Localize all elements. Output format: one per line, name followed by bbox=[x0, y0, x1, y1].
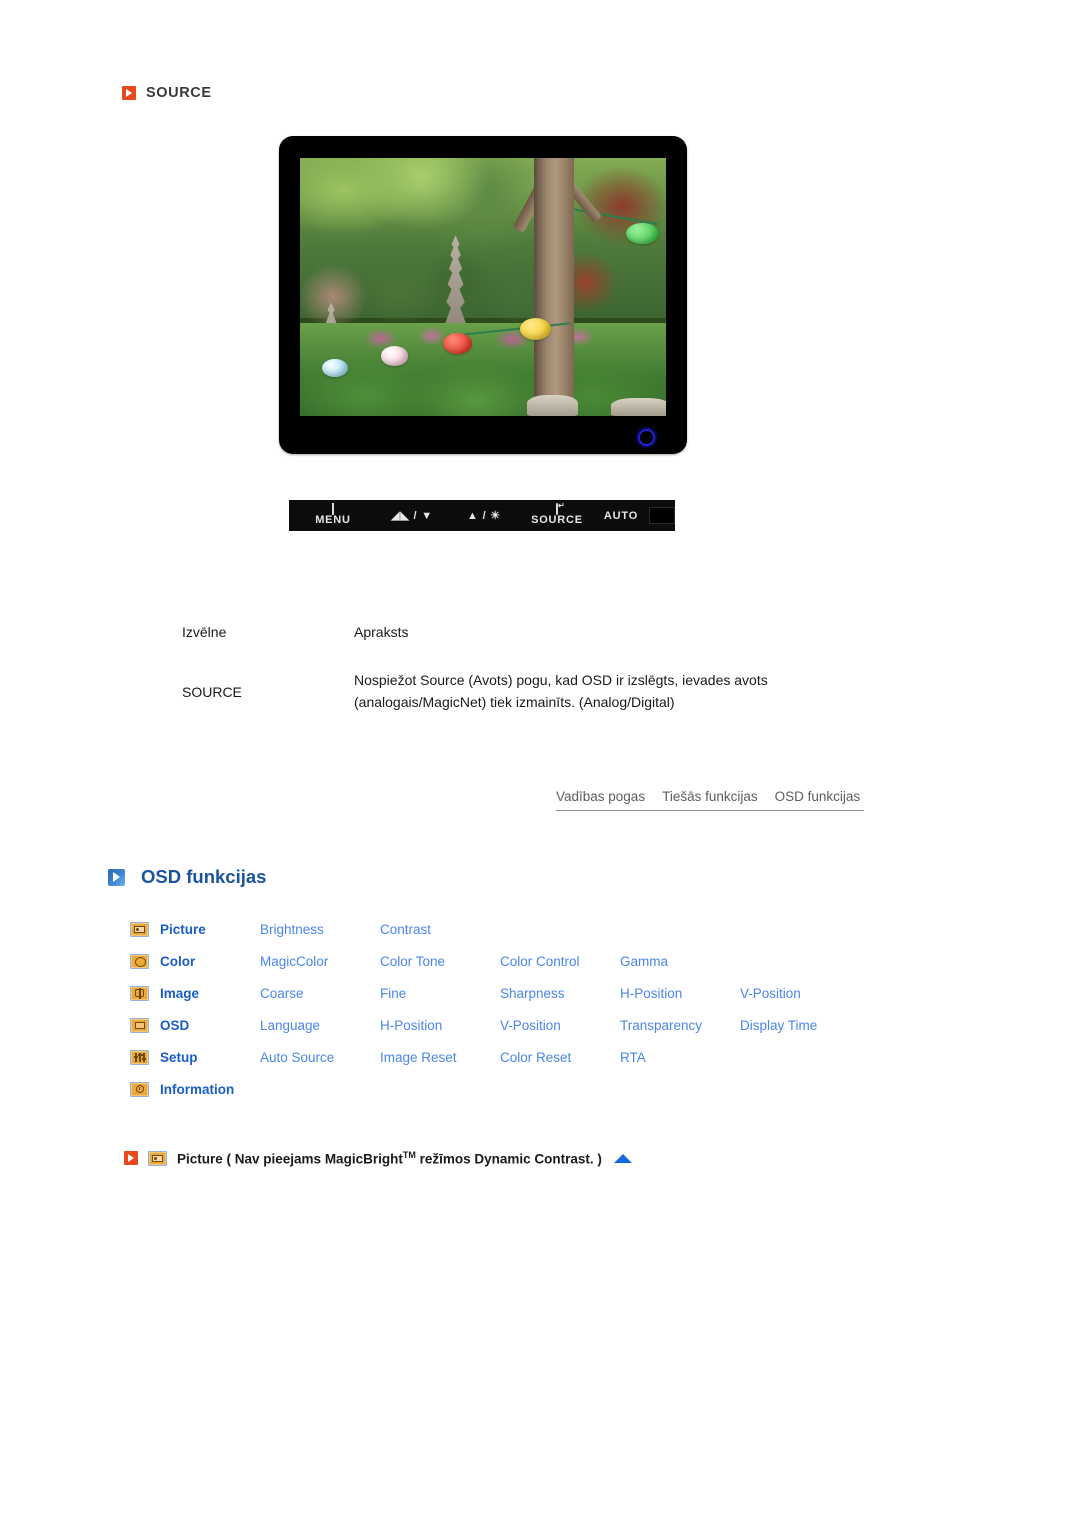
auto-button[interactable]: AUTO bbox=[593, 500, 649, 531]
osd-item-contrast[interactable]: Contrast bbox=[380, 922, 500, 937]
osd-item-sharpness[interactable]: Sharpness bbox=[500, 986, 620, 1001]
osd-row-image: Image Coarse Fine Sharpness H-Position V… bbox=[130, 977, 920, 1009]
source-section-title: SOURCE bbox=[146, 85, 212, 101]
down-button[interactable]: ◢◣ / ▼ bbox=[377, 500, 447, 531]
osd-item-gamma[interactable]: Gamma bbox=[620, 954, 740, 969]
osd-functions-title: OSD funkcijas bbox=[141, 866, 267, 887]
osd-item-h-position[interactable]: H-Position bbox=[620, 986, 740, 1001]
osd-category-picture[interactable]: Picture bbox=[130, 921, 260, 937]
monitor-button-bar: MENU ◢◣ / ▼ ▲ / ☀ SOURCE AUTO bbox=[289, 500, 675, 531]
monitor-illustration bbox=[279, 136, 687, 454]
osd-item-h-position-2[interactable]: H-Position bbox=[380, 1018, 500, 1033]
up-button[interactable]: ▲ / ☀ bbox=[447, 500, 521, 531]
power-button[interactable] bbox=[649, 500, 675, 531]
osd-category-osd[interactable]: OSD bbox=[130, 1017, 260, 1033]
osd-item-auto-source[interactable]: Auto Source bbox=[260, 1050, 380, 1065]
osd-row-picture: Picture Brightness Contrast bbox=[130, 913, 920, 945]
osd-item-v-position-2[interactable]: V-Position bbox=[500, 1018, 620, 1033]
enter-return-icon bbox=[556, 503, 558, 515]
orange-play-bullet-icon bbox=[124, 1151, 138, 1166]
caption-text-before: Picture ( Nav pieejams MagicBright bbox=[177, 1151, 403, 1167]
osd-item-color-reset[interactable]: Color Reset bbox=[500, 1050, 620, 1065]
orange-play-bullet-icon bbox=[122, 86, 136, 100]
trademark-symbol: TM bbox=[402, 1150, 416, 1160]
osd-item-display-time[interactable]: Display Time bbox=[740, 1018, 860, 1033]
osd-item-coarse[interactable]: Coarse bbox=[260, 986, 380, 1001]
blank-key-icon bbox=[649, 507, 675, 524]
table-row: SOURCE Nospiežot Source (Avots) pogu, ka… bbox=[182, 670, 862, 713]
osd-item-color-tone[interactable]: Color Tone bbox=[380, 954, 500, 969]
osd-row-setup: Setup Auto Source Image Reset Color Rese… bbox=[130, 1041, 920, 1073]
osd-item-v-position[interactable]: V-Position bbox=[740, 986, 860, 1001]
tab-tiesas-funkcijas[interactable]: Tiešās funkcijas bbox=[662, 789, 758, 804]
osd-row-color: Color MagicColor Color Tone Color Contro… bbox=[130, 945, 920, 977]
monitor-screen bbox=[300, 158, 666, 416]
osd-item-magiccolor[interactable]: MagicColor bbox=[260, 954, 380, 969]
blue-play-bullet-icon bbox=[108, 868, 125, 886]
tree-trunk bbox=[534, 158, 575, 416]
osd-item-transparency[interactable]: Transparency bbox=[620, 1018, 740, 1033]
column-header-menu: Izvēlne bbox=[182, 624, 227, 640]
tab-osd-funkcijas[interactable]: OSD funkcijas bbox=[775, 789, 861, 804]
contrast-down-icon: ◢◣ / ▼ bbox=[391, 509, 433, 522]
osd-functions-heading: OSD funkcijas bbox=[108, 866, 266, 888]
setup-icon bbox=[130, 1049, 149, 1065]
lantern-cyan bbox=[321, 359, 348, 378]
table-header-row: Izvēlne Apraksts bbox=[182, 624, 862, 670]
page-tab-bar[interactable]: Vadības pogas Tiešās funkcijas OSD funkc… bbox=[556, 789, 864, 811]
osd-row-osd: OSD Language H-Position V-Position Trans… bbox=[130, 1009, 920, 1041]
caption-text-after: režīmos Dynamic Contrast. ) bbox=[415, 1151, 602, 1167]
lantern-red bbox=[442, 333, 472, 355]
lantern-yellow bbox=[519, 317, 551, 340]
source-button[interactable]: SOURCE bbox=[521, 500, 593, 531]
image-icon bbox=[130, 985, 149, 1001]
scroll-to-top-arrow-icon[interactable] bbox=[613, 1153, 632, 1163]
source-description-table: Izvēlne Apraksts SOURCE Nospiežot Source… bbox=[182, 624, 862, 713]
osd-menu-matrix: Picture Brightness Contrast Color MagicC… bbox=[130, 913, 920, 1105]
source-section-heading: SOURCE bbox=[122, 85, 212, 101]
picture-section-caption: Picture ( Nav pieejams MagicBrightTM rež… bbox=[124, 1150, 632, 1167]
menu-grid-icon bbox=[332, 503, 334, 515]
row-description: Nospiežot Source (Avots) pogu, kad OSD i… bbox=[354, 672, 768, 710]
osd-item-image-reset[interactable]: Image Reset bbox=[380, 1050, 500, 1065]
caption-text: Picture ( Nav pieejams MagicBrightTM rež… bbox=[177, 1150, 602, 1167]
osd-item-color-control[interactable]: Color Control bbox=[500, 954, 620, 969]
osd-category-color[interactable]: Color bbox=[130, 953, 260, 969]
color-icon bbox=[130, 953, 149, 969]
garden-photo bbox=[300, 158, 666, 416]
information-icon bbox=[130, 1081, 149, 1097]
osd-item-rta[interactable]: RTA bbox=[620, 1050, 740, 1065]
menu-button[interactable]: MENU bbox=[289, 500, 377, 531]
lantern-pink bbox=[380, 346, 408, 366]
osd-category-setup[interactable]: Setup bbox=[130, 1049, 260, 1065]
picture-icon bbox=[148, 1150, 167, 1166]
osd-item-fine[interactable]: Fine bbox=[380, 986, 500, 1001]
osd-icon bbox=[130, 1017, 149, 1033]
row-menu-name: SOURCE bbox=[182, 684, 242, 700]
tab-vadibas-pogas[interactable]: Vadības pogas bbox=[556, 789, 645, 804]
osd-item-language[interactable]: Language bbox=[260, 1018, 380, 1033]
osd-item-brightness[interactable]: Brightness bbox=[260, 922, 380, 937]
brightness-up-icon: ▲ / ☀ bbox=[467, 509, 501, 522]
power-led-indicator bbox=[638, 429, 655, 446]
picture-icon bbox=[130, 921, 149, 937]
osd-row-information: Information bbox=[130, 1073, 920, 1105]
lantern-green bbox=[625, 222, 659, 245]
osd-category-information[interactable]: Information bbox=[130, 1081, 300, 1097]
osd-category-image[interactable]: Image bbox=[130, 985, 260, 1001]
column-header-description: Apraksts bbox=[354, 624, 409, 640]
